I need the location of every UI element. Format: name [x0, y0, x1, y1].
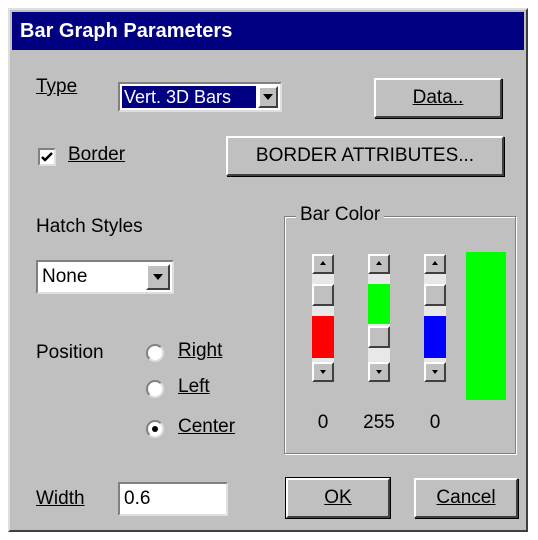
- type-combobox[interactable]: Vert. 3D Bars: [118, 82, 282, 112]
- bar-color-label: Bar Color: [296, 204, 385, 226]
- data-button-label: Data..: [412, 87, 464, 108]
- red-scroll-thumb[interactable]: [312, 284, 334, 306]
- bar-graph-dialog: Bar Graph Parameters Type Vert. 3D Bars …: [8, 8, 528, 532]
- blue-scroll-up-button[interactable]: [424, 254, 446, 274]
- arrow-up-icon: [376, 261, 382, 265]
- ok-button[interactable]: OK: [285, 477, 391, 519]
- border-label: Border: [68, 144, 126, 165]
- ok-button-label: OK: [324, 487, 352, 508]
- color-preview-swatch: [466, 252, 506, 400]
- position-right-radio[interactable]: [146, 344, 164, 362]
- red-scroll-up-button[interactable]: [312, 254, 334, 274]
- arrow-down-icon: [376, 370, 382, 374]
- blue-value: 0: [429, 412, 441, 433]
- border-attributes-label: BORDER ATTRIBUTES...: [255, 145, 475, 166]
- hatch-selected-value: None: [42, 266, 88, 287]
- radio-selected-dot: [152, 426, 158, 432]
- hatch-styles-label: Hatch Styles: [36, 216, 143, 237]
- position-left-radio[interactable]: [146, 380, 164, 398]
- dialog-title: Bar Graph Parameters: [12, 12, 524, 50]
- type-selected-value: Vert. 3D Bars: [122, 86, 256, 108]
- data-button[interactable]: Data..: [374, 78, 502, 118]
- type-label: Type: [36, 76, 78, 97]
- arrow-up-icon: [432, 261, 438, 265]
- border-checkbox[interactable]: [38, 148, 56, 166]
- blue-scroll-thumb[interactable]: [424, 284, 446, 306]
- blue-scroll-down-button[interactable]: [424, 362, 446, 382]
- blue-color-fill: [424, 316, 446, 358]
- position-left-label[interactable]: Left: [178, 376, 210, 398]
- cancel-button[interactable]: Cancel: [414, 478, 518, 518]
- red-channel-scrollbar[interactable]: [312, 254, 334, 382]
- green-color-fill: [368, 284, 390, 324]
- green-scroll-up-button[interactable]: [368, 254, 390, 274]
- hatch-dropdown-button[interactable]: [146, 264, 170, 290]
- green-channel-scrollbar[interactable]: [368, 254, 390, 382]
- arrow-down-icon: [320, 370, 326, 374]
- cancel-button-label: Cancel: [436, 487, 496, 508]
- arrow-down-icon: [432, 370, 438, 374]
- red-color-fill: [312, 316, 334, 358]
- checkmark-icon: [41, 152, 53, 162]
- position-center-radio[interactable]: [146, 420, 164, 438]
- border-attributes-button[interactable]: BORDER ATTRIBUTES...: [226, 136, 504, 176]
- green-scroll-thumb[interactable]: [368, 326, 390, 348]
- position-center-label[interactable]: Center: [178, 416, 235, 438]
- red-scroll-down-button[interactable]: [312, 362, 334, 382]
- arrow-up-icon: [320, 261, 326, 265]
- position-label: Position: [36, 342, 104, 363]
- width-label: Width: [36, 488, 85, 509]
- type-dropdown-button[interactable]: [258, 86, 278, 108]
- width-value: 0.6: [124, 488, 151, 509]
- blue-channel-scrollbar[interactable]: [424, 254, 446, 382]
- red-value: 0: [317, 412, 329, 433]
- chevron-down-icon: [153, 274, 163, 280]
- green-value: 255: [363, 412, 395, 433]
- width-input[interactable]: 0.6: [118, 482, 228, 516]
- position-right-label[interactable]: Right: [178, 340, 222, 362]
- chevron-down-icon: [263, 94, 273, 100]
- green-scroll-down-button[interactable]: [368, 362, 390, 382]
- hatch-styles-combobox[interactable]: None: [36, 260, 174, 294]
